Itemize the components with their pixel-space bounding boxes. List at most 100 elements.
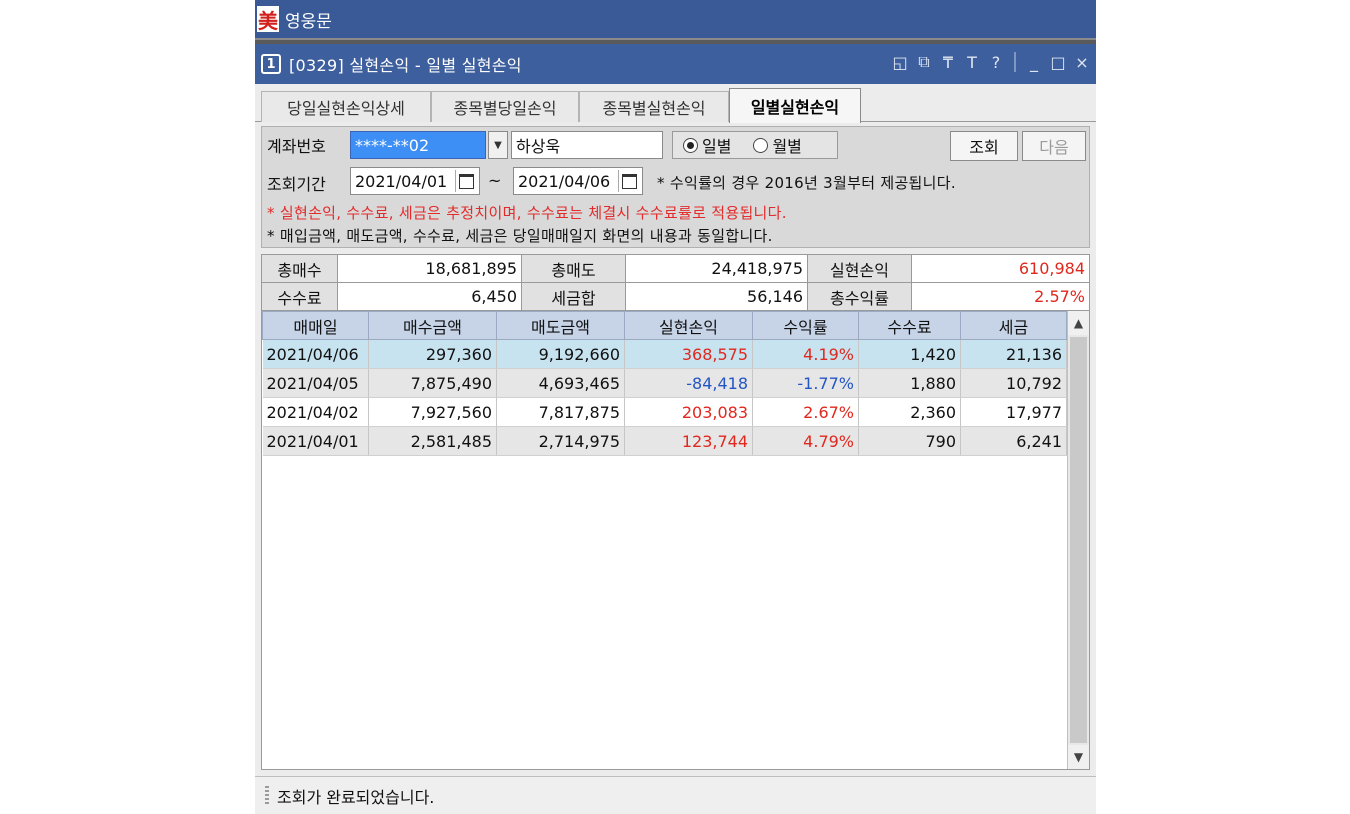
col-realized-pnl[interactable]: 실현손익	[624, 311, 753, 340]
pin-icon[interactable]: ₸	[938, 53, 958, 72]
tab-stock-daily-pnl[interactable]: 종목별당일손익	[431, 91, 579, 122]
tab-daily-realized-pnl[interactable]: 일별실현손익	[729, 88, 861, 123]
window-title: [0329] 실현손익 - 일별 실현손익	[289, 56, 522, 75]
calendar-icon[interactable]	[455, 170, 477, 192]
cell-tax: 10,792	[960, 368, 1067, 398]
account-dropdown-icon[interactable]: ▼	[488, 131, 508, 159]
daily-pnl-table: 매매일 매수금액 매도금액 실현손익 수익률 수수료 세금 2021/04/06…	[262, 311, 1067, 456]
radio-daily-icon	[683, 137, 698, 153]
realized-pnl-value: 610,984	[911, 254, 1090, 283]
total-return-value: 2.57%	[911, 282, 1090, 311]
grip-icon	[265, 785, 269, 806]
cell-fee: 2,360	[858, 397, 961, 427]
status-bar: 조회가 완료되었습니다.	[255, 776, 1096, 814]
cell-realized-pnl: -84,418	[624, 368, 753, 398]
minimize-icon[interactable]: _	[1024, 53, 1044, 72]
total-buy-label: 총매수	[261, 254, 338, 283]
cell-realized-pnl: 203,083	[624, 397, 753, 427]
cell-realized-pnl: 123,744	[624, 426, 753, 456]
query-form: 계좌번호 ****-**02 ▼ 하상욱 일별 월별 조회 다음 조회기간 20…	[261, 126, 1090, 248]
account-name-field: 하상욱	[511, 131, 663, 159]
cell-trade-date: 2021/04/01	[262, 426, 369, 456]
table-row[interactable]: 2021/04/06 297,360 9,192,660 368,575 4.1…	[262, 339, 1067, 369]
cell-buy-amount: 2,581,485	[368, 426, 497, 456]
tab-stock-realized-pnl[interactable]: 종목별실현손익	[579, 91, 729, 122]
cell-tax: 17,977	[960, 397, 1067, 427]
app-name: 영웅문	[285, 11, 332, 32]
cell-buy-amount: 7,927,560	[368, 397, 497, 427]
date-from-field[interactable]: 2021/04/01	[350, 167, 480, 195]
maximize-icon[interactable]: □	[1048, 53, 1068, 72]
window-number-badge: 1	[261, 54, 281, 74]
radio-monthly-icon	[753, 137, 769, 153]
same-as-journal-notice: * 매입금액, 매도금액, 수수료, 세금은 당일매매일지 화면의 내용과 동일…	[267, 227, 773, 245]
window-controls: ◱ ⧉ ₸ T ? _ □ ×	[890, 52, 1092, 72]
total-return-label: 총수익률	[807, 282, 912, 311]
daily-pnl-grid: 매매일 매수금액 매도금액 실현손익 수익률 수수료 세금 2021/04/06…	[261, 310, 1090, 770]
scroll-up-icon[interactable]: ▲	[1068, 311, 1089, 335]
cell-return-rate: -1.77%	[752, 368, 859, 398]
cascade-icon[interactable]: ⧉	[914, 52, 934, 72]
fee-value: 6,450	[337, 282, 522, 311]
radio-monthly[interactable]: 월별	[753, 133, 802, 157]
cell-return-rate: 2.67%	[752, 397, 859, 427]
query-button[interactable]: 조회	[950, 131, 1018, 161]
fee-label: 수수료	[261, 282, 338, 311]
col-sell-amount[interactable]: 매도금액	[496, 311, 625, 340]
vertical-scrollbar[interactable]: ▲ ▼	[1067, 311, 1089, 769]
period-type-radio-group: 일별 월별	[672, 131, 838, 159]
scroll-down-icon[interactable]: ▼	[1068, 745, 1089, 769]
cell-fee: 790	[858, 426, 961, 456]
restore-layout-icon[interactable]: ◱	[890, 53, 910, 72]
window-titlebar[interactable]: 1 [0329] 실현손익 - 일별 실현손익 ◱ ⧉ ₸ T ? _ □ ×	[255, 44, 1096, 84]
account-label: 계좌번호	[267, 137, 326, 156]
cell-buy-amount: 297,360	[368, 339, 497, 369]
table-row[interactable]: 2021/04/02 7,927,560 7,817,875 203,083 2…	[262, 397, 1067, 427]
estimate-notice: * 실현손익, 수수료, 세금은 추정치이며, 수수료는 체결시 수수료률로 적…	[267, 204, 787, 222]
cell-sell-amount: 4,693,465	[496, 368, 625, 398]
cell-sell-amount: 2,714,975	[496, 426, 625, 456]
cell-tax: 6,241	[960, 426, 1067, 456]
date-to-field[interactable]: 2021/04/06	[513, 167, 643, 195]
close-icon[interactable]: ×	[1072, 53, 1092, 72]
cell-trade-date: 2021/04/05	[262, 368, 369, 398]
col-return-rate[interactable]: 수익률	[752, 311, 859, 340]
font-icon[interactable]: T	[962, 53, 982, 72]
radio-monthly-label: 월별	[772, 137, 802, 156]
summary-table: 총매수 18,681,895 총매도 24,418,975 실현손익 610,9…	[261, 254, 1090, 311]
scroll-thumb[interactable]	[1070, 337, 1087, 743]
cell-sell-amount: 7,817,875	[496, 397, 625, 427]
date-separator: ~	[488, 171, 502, 190]
total-buy-value: 18,681,895	[337, 254, 522, 283]
radio-daily[interactable]: 일별	[683, 133, 731, 157]
cell-return-rate: 4.19%	[752, 339, 859, 369]
cell-fee: 1,880	[858, 368, 961, 398]
status-message: 조회가 완료되었습니다.	[277, 787, 435, 807]
app-window: 美 영웅문 1 [0329] 실현손익 - 일별 실현손익 ◱ ⧉ ₸ T ? …	[255, 0, 1096, 814]
col-tax[interactable]: 세금	[960, 311, 1067, 340]
cell-tax: 21,136	[960, 339, 1067, 369]
date-to-value: 2021/04/06	[518, 171, 611, 191]
total-sell-value: 24,418,975	[625, 254, 808, 283]
cell-trade-date: 2021/04/02	[262, 397, 369, 427]
cell-fee: 1,420	[858, 339, 961, 369]
period-note: * 수익률의 경우 2016년 3월부터 제공됩니다.	[657, 174, 956, 192]
cell-realized-pnl: 368,575	[624, 339, 753, 369]
col-fee[interactable]: 수수료	[858, 311, 961, 340]
cell-buy-amount: 7,875,490	[368, 368, 497, 398]
total-sell-label: 총매도	[521, 254, 626, 283]
col-buy-amount[interactable]: 매수금액	[368, 311, 497, 340]
table-row[interactable]: 2021/04/01 2,581,485 2,714,975 123,744 4…	[262, 426, 1067, 456]
col-trade-date[interactable]: 매매일	[262, 311, 369, 340]
date-from-value: 2021/04/01	[355, 171, 448, 191]
tab-daily-realized-detail[interactable]: 당일실현손익상세	[261, 91, 431, 122]
help-icon[interactable]: ?	[986, 53, 1006, 72]
next-button[interactable]: 다음	[1022, 131, 1086, 161]
calendar-icon[interactable]	[618, 170, 640, 192]
account-number-field[interactable]: ****-**02	[350, 131, 486, 159]
tab-bar: 당일실현손익상세 종목별당일손익 종목별실현손익 일별실현손익	[255, 88, 1096, 123]
grid-header-row: 매매일 매수금액 매도금액 실현손익 수익률 수수료 세금	[262, 311, 1067, 340]
realized-pnl-label: 실현손익	[807, 254, 912, 283]
table-row[interactable]: 2021/04/05 7,875,490 4,693,465 -84,418 -…	[262, 368, 1067, 398]
radio-daily-label: 일별	[702, 137, 732, 156]
